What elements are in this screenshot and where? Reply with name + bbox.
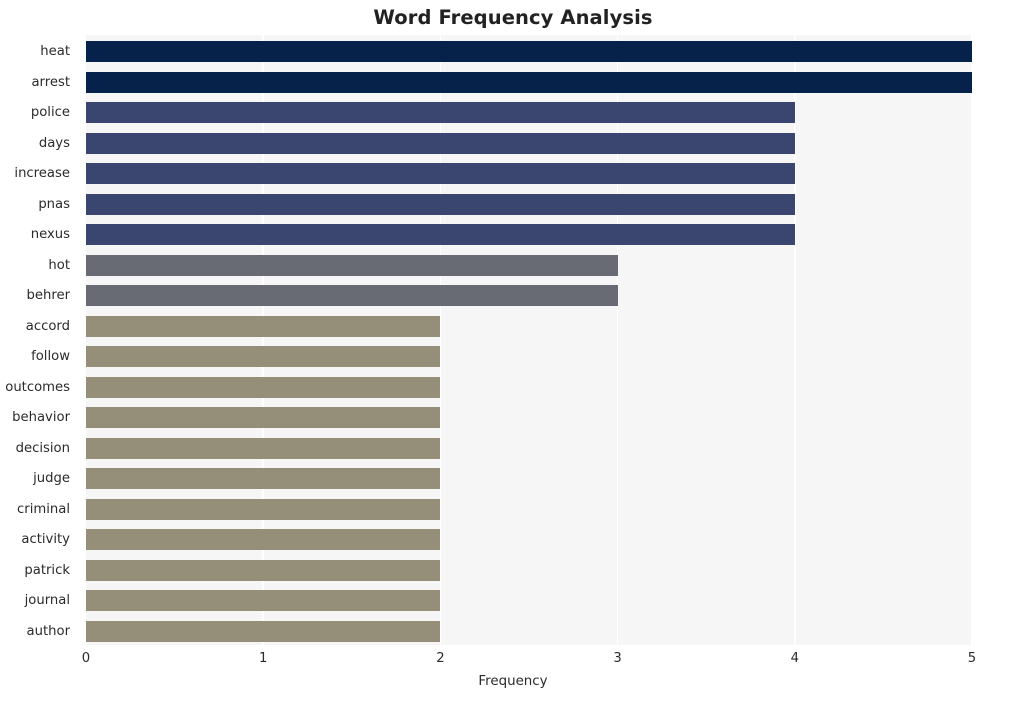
- x-tick-label-0: 0: [81, 651, 91, 666]
- bar-row: [86, 407, 972, 429]
- bar-row: [86, 620, 972, 642]
- y-tick-label-follow: follow: [31, 349, 70, 365]
- bar-decision: [86, 437, 441, 459]
- y-tick-label-increase: increase: [14, 166, 70, 182]
- x-tick-label-5: 5: [967, 651, 977, 666]
- y-tick-label-pnas: pnas: [38, 196, 70, 212]
- y-tick-label-journal: journal: [24, 593, 70, 609]
- y-axis-tick-labels: heat arrest police days increase pnas nexus hot…: [0, 35, 78, 645]
- y-tick-label-accord: accord: [25, 318, 70, 334]
- x-tick-label-2: 2: [436, 651, 445, 666]
- y-tick-label-criminal: criminal: [17, 501, 70, 517]
- bar-behavior: [86, 407, 441, 429]
- bar-row: [86, 346, 972, 368]
- bar-row: [86, 437, 972, 459]
- y-tick-label-judge: judge: [33, 471, 70, 487]
- bar-row: [86, 71, 972, 93]
- bar-behrer: [86, 285, 618, 307]
- bar-nexus: [86, 224, 795, 246]
- bar-follow: [86, 346, 441, 368]
- x-axis-tick-labels: 0 1 2 3 4 5: [0, 645, 1026, 671]
- x-axis-title: Frequency: [478, 674, 548, 689]
- bar-row: [86, 376, 972, 398]
- y-tick-label-nexus: nexus: [30, 227, 70, 243]
- y-tick-label-police: police: [30, 105, 70, 121]
- x-tick-label-3: 3: [613, 651, 622, 666]
- x-tick-label-1: 1: [258, 651, 268, 666]
- bar-arrest: [86, 71, 972, 93]
- bars-layer: [86, 35, 972, 645]
- plot-area: [86, 35, 972, 645]
- bar-row: [86, 529, 972, 551]
- y-tick-label-behavior: behavior: [12, 410, 70, 426]
- y-tick-label-outcomes: outcomes: [5, 379, 70, 395]
- bar-row: [86, 163, 972, 185]
- bar-row: [86, 315, 972, 337]
- bar-outcomes: [86, 376, 441, 398]
- y-tick-label-hot: hot: [48, 257, 70, 273]
- bar-row: [86, 498, 972, 520]
- bar-accord: [86, 315, 441, 337]
- bar-author: [86, 620, 441, 642]
- bar-row: [86, 102, 972, 124]
- bar-row: [86, 132, 972, 154]
- y-tick-label-arrest: arrest: [31, 74, 70, 90]
- bar-row: [86, 193, 972, 215]
- y-tick-label-decision: decision: [15, 440, 70, 456]
- bar-patrick: [86, 559, 441, 581]
- bar-criminal: [86, 498, 441, 520]
- bar-row: [86, 254, 972, 276]
- y-tick-label-activity: activity: [21, 532, 70, 548]
- bar-activity: [86, 529, 441, 551]
- bar-row: [86, 468, 972, 490]
- bar-police: [86, 102, 795, 124]
- bar-row: [86, 285, 972, 307]
- y-tick-label-behrer: behrer: [26, 288, 70, 304]
- y-tick-label-heat: heat: [40, 44, 70, 60]
- bar-journal: [86, 590, 441, 612]
- y-tick-label-days: days: [38, 135, 70, 151]
- word-frequency-chart-figure: Word Frequency Analysis heat arrest police…: [0, 0, 1026, 701]
- bar-row: [86, 224, 972, 246]
- page-title: Word Frequency Analysis: [373, 6, 653, 29]
- bar-row: [86, 559, 972, 581]
- bar-heat: [86, 41, 972, 63]
- bar-judge: [86, 468, 441, 490]
- bar-hot: [86, 254, 618, 276]
- bar-days: [86, 132, 795, 154]
- y-tick-label-author: author: [26, 623, 70, 639]
- bar-row: [86, 41, 972, 63]
- bar-pnas: [86, 193, 795, 215]
- bar-increase: [86, 163, 795, 185]
- y-tick-label-patrick: patrick: [24, 562, 70, 578]
- bar-row: [86, 590, 972, 612]
- x-tick-label-4: 4: [790, 651, 799, 666]
